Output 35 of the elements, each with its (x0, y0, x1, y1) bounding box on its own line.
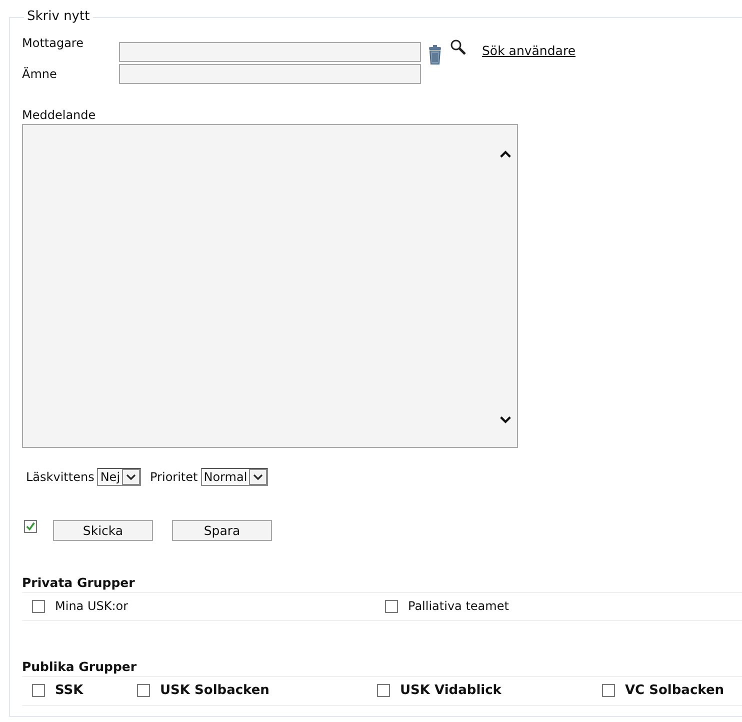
scroll-up-icon[interactable] (499, 149, 512, 159)
subject-field[interactable] (119, 64, 421, 84)
caret-icon (249, 469, 268, 485)
group-label: SSK (55, 683, 84, 698)
group-label: USK Solbacken (160, 683, 270, 698)
checkbox[interactable] (137, 684, 150, 697)
form-legend: Skriv nytt (24, 9, 93, 24)
checkbox[interactable] (32, 684, 45, 697)
search-users-link[interactable]: Sök användare (482, 43, 576, 58)
group-label: Mina USK:or (55, 599, 128, 613)
caret-icon (122, 469, 140, 485)
group-heading: Publika Grupper (22, 659, 138, 676)
form-button[interactable]: Skicka (53, 520, 153, 541)
checkbox[interactable] (602, 684, 615, 697)
checkbox[interactable] (385, 600, 398, 612)
field-label: Meddelande (22, 108, 97, 122)
dropdown[interactable]: Nej (97, 468, 142, 486)
field-label: Ämne (22, 67, 58, 81)
scroll-down-icon[interactable] (499, 415, 512, 425)
group-label: USK Vidablick (400, 683, 502, 698)
group-label: VC Solbacken (625, 683, 724, 698)
form-button[interactable]: Spara (172, 520, 272, 541)
search-icon[interactable] (450, 39, 466, 55)
option-label: Prioritet (150, 470, 198, 484)
trash-icon[interactable] (427, 45, 443, 65)
group-heading: Privata Grupper (22, 575, 136, 592)
group-label: Palliativa teamet (408, 599, 509, 613)
message-field[interactable] (22, 124, 518, 448)
field-label: Mottagare (22, 36, 84, 50)
checkbox[interactable] (24, 520, 37, 533)
checkbox[interactable] (377, 684, 390, 697)
option-label: Läskvittens (26, 470, 94, 484)
dropdown[interactable]: Normal (200, 468, 268, 486)
recipient-field[interactable] (119, 42, 421, 62)
checkbox[interactable] (32, 600, 45, 612)
